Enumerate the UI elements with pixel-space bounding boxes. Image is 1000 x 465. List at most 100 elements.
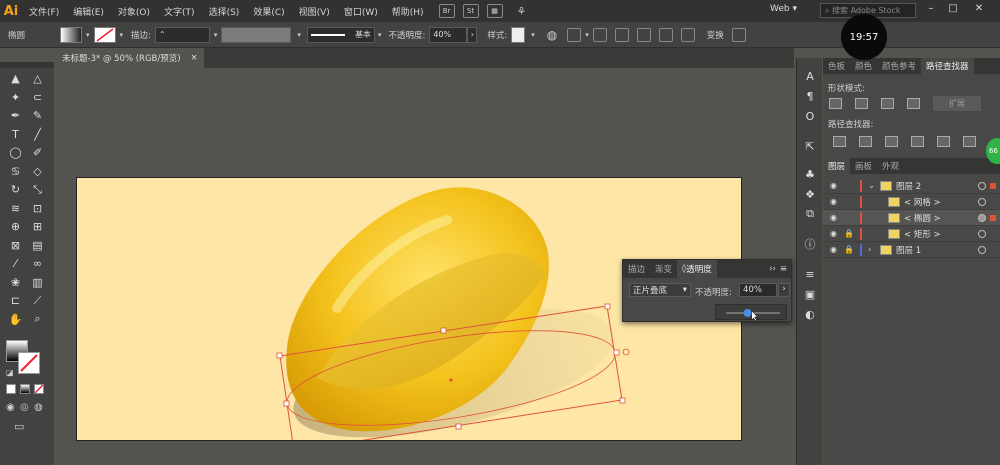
selection-indicator[interactable] — [990, 215, 996, 221]
gpu-performance-icon[interactable]: ⚘ — [517, 5, 527, 18]
free-transform-icon[interactable]: ⊡ — [29, 200, 46, 217]
minus-front-button[interactable] — [855, 98, 868, 109]
layer-row-layer2[interactable]: ◉ ⌄ 图层 2 — [823, 178, 1000, 194]
panel-menu-icon[interactable]: ≡ — [780, 264, 787, 274]
stroke-weight-field[interactable]: ⌃ — [154, 26, 210, 43]
curvature-icon[interactable]: ✎ — [29, 107, 46, 124]
target-circle-icon[interactable] — [978, 214, 986, 222]
opentype-icon[interactable]: O — [802, 108, 818, 124]
none-mode-icon[interactable] — [34, 384, 44, 394]
character-icon[interactable]: A — [802, 68, 818, 84]
target-circle-icon[interactable] — [978, 182, 986, 190]
width-profile-dropdown-icon[interactable]: ▾ — [297, 31, 301, 39]
variable-width-field[interactable] — [221, 26, 292, 43]
crop-button[interactable] — [911, 136, 924, 147]
stock-button[interactable]: St — [462, 4, 479, 18]
brush-dropdown-icon[interactable]: ▾ — [378, 31, 382, 39]
column-graph-icon[interactable]: ▥ — [29, 274, 46, 291]
close-tab-icon[interactable]: × — [191, 53, 198, 63]
eraser-icon[interactable]: ◇ — [29, 163, 46, 180]
stroke-color-box[interactable] — [18, 352, 40, 374]
appearance-icon[interactable]: ▣ — [802, 286, 818, 302]
gradient-icon[interactable]: ▤ — [29, 237, 46, 254]
stroke-weight-dropdown-icon[interactable]: ▾ — [214, 31, 218, 39]
direct-selection-icon[interactable]: △ — [29, 70, 46, 87]
visibility-eye-icon[interactable]: ◉ — [830, 245, 840, 254]
tab-color-guide[interactable]: 颜色参考 — [877, 58, 921, 74]
info-icon[interactable]: ⓘ — [802, 236, 818, 252]
tools-panel-header[interactable] — [0, 62, 54, 68]
stroke-swatch[interactable] — [93, 26, 116, 43]
selection-indicator[interactable] — [990, 183, 996, 189]
tab-swatches[interactable]: 色板 — [823, 58, 850, 74]
scale-icon[interactable]: ⤡ — [29, 181, 46, 198]
tab-gradient[interactable]: 渐变 — [650, 260, 677, 278]
brush-profile-field[interactable]: 基本 — [306, 26, 375, 43]
paragraph-icon[interactable]: ¶ — [802, 88, 818, 104]
expand-arrow-icon[interactable]: › — [868, 245, 876, 255]
target-circle-icon[interactable] — [978, 246, 986, 254]
mesh-icon[interactable]: ⊠ — [7, 237, 24, 254]
align-dropdown-icon[interactable]: ▾ — [585, 31, 589, 39]
type-icon[interactable]: T — [7, 126, 24, 143]
unite-button[interactable] — [829, 98, 842, 109]
tab-stroke[interactable]: 描边 — [623, 260, 650, 278]
tab-appearance[interactable]: 外观 — [877, 158, 904, 174]
tab-color[interactable]: 颜色 — [850, 58, 877, 74]
opacity-arrow-icon[interactable]: › — [467, 26, 478, 43]
align-icon[interactable]: ≡ — [802, 266, 818, 282]
blend-icon[interactable]: ∞ — [29, 255, 46, 272]
zoom-icon[interactable]: ⌕ — [29, 311, 46, 328]
menu-type[interactable]: 文字(T) — [157, 5, 202, 18]
trim-button[interactable] — [859, 136, 872, 147]
transparency-icon[interactable]: ◐ — [802, 306, 818, 322]
menu-select[interactable]: 选择(S) — [202, 5, 247, 18]
workspace-switcher[interactable]: Web ▾ — [770, 4, 797, 14]
align-middle-icon[interactable] — [680, 27, 695, 42]
align-center-icon[interactable] — [614, 27, 629, 42]
magic-wand-icon[interactable]: ✦ — [7, 89, 24, 106]
draw-inside-icon[interactable]: ◍ — [34, 402, 43, 413]
color-mode-icon[interactable] — [6, 384, 16, 394]
rotate-icon[interactable]: ↻ — [7, 181, 24, 198]
target-circle-icon[interactable] — [978, 230, 986, 238]
selection-icon[interactable]: ▲ — [7, 70, 24, 87]
transform-link[interactable]: 变换 — [707, 29, 724, 41]
minimize-button[interactable]: – — [924, 3, 938, 17]
align-right-icon[interactable] — [636, 27, 651, 42]
shaper-icon[interactable]: ♋ — [7, 163, 24, 180]
graphic-style-swatch[interactable] — [511, 26, 526, 43]
shape-builder-icon[interactable]: ⊕ — [7, 218, 24, 235]
symbols-icon[interactable]: ♣ — [802, 166, 818, 182]
draw-behind-icon[interactable]: ◎ — [20, 402, 29, 413]
tab-layers[interactable]: 图层 — [823, 158, 851, 174]
fill-dropdown-icon[interactable]: ▾ — [86, 31, 90, 39]
slice-icon[interactable]: ⟋ — [29, 292, 46, 309]
menu-object[interactable]: 对象(O) — [111, 5, 157, 18]
intersect-button[interactable] — [881, 98, 894, 109]
visibility-eye-icon[interactable]: ◉ — [830, 197, 840, 206]
minus-back-button[interactable] — [963, 136, 976, 147]
maximize-button[interactable]: □ — [946, 3, 960, 17]
align-top-icon[interactable] — [658, 27, 673, 42]
draw-normal-icon[interactable]: ◉ — [6, 402, 15, 413]
asset-export-icon[interactable]: ⧉ — [802, 206, 818, 222]
recolor-artwork-icon[interactable]: ◍ — [547, 28, 557, 42]
bridge-button[interactable]: Br — [438, 4, 455, 18]
lock-toggle-icon[interactable]: 🔒 — [844, 229, 854, 238]
layer-row-layer1[interactable]: ◉ 🔒 › 图层 1 — [823, 242, 1000, 258]
expand-button[interactable]: 扩展 — [933, 96, 981, 111]
pen-icon[interactable]: ✒ — [7, 107, 24, 124]
target-circle-icon[interactable] — [978, 198, 986, 206]
fill-swatch[interactable] — [60, 26, 82, 43]
merge-button[interactable] — [885, 136, 898, 147]
expand-arrow-icon[interactable]: ⌄ — [868, 181, 876, 191]
export-icon[interactable]: ⇱ — [802, 138, 818, 154]
align-to-icon[interactable] — [567, 27, 582, 42]
opacity-slider[interactable] — [716, 305, 788, 322]
tab-transparency[interactable]: ◊ 透明度 — [677, 260, 717, 278]
menu-effect[interactable]: 效果(C) — [246, 5, 291, 18]
opacity-popup-arrow-icon[interactable]: › — [778, 283, 790, 297]
paintbrush-icon[interactable]: ✐ — [29, 144, 46, 161]
blend-mode-select[interactable]: 正片叠底 ▾ — [629, 283, 691, 297]
